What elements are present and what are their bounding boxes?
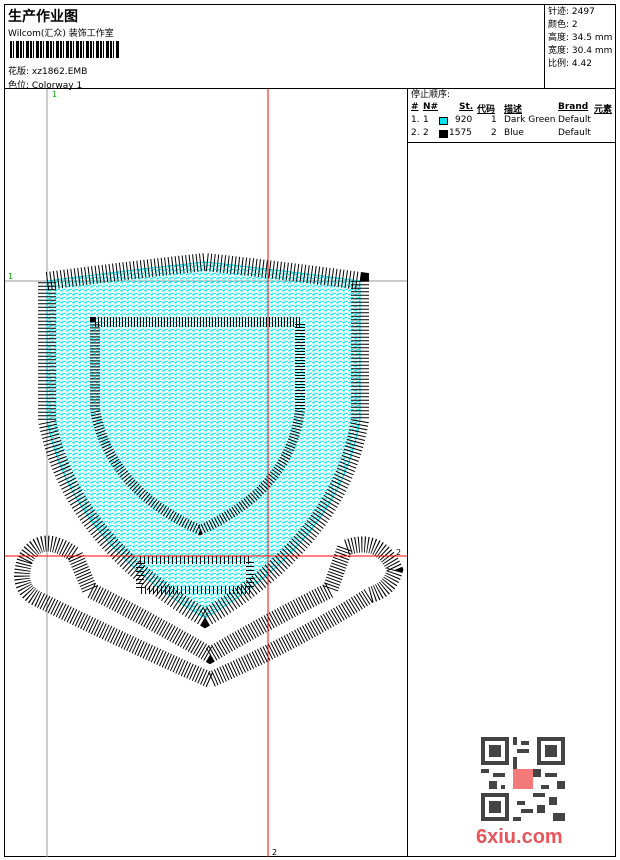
design-label: 花版: xyxy=(8,67,30,77)
stat-scale: 比例: 4.42 xyxy=(548,59,592,69)
stat-stitches: 针迹: 2497 xyxy=(548,7,595,17)
stop-sequence-title: 停止顺序: xyxy=(411,90,451,100)
start-marker-left: 1 xyxy=(8,272,13,281)
color-swatch xyxy=(439,130,448,138)
design-stats: 针迹: 2497 颜色: 2 高度: 34.5 mm 宽度: 30.4 mm 比… xyxy=(544,4,616,88)
embroidery-preview: 1 1 2 2 xyxy=(5,89,407,857)
design-file: 花版: xz1862.EMB xyxy=(8,64,87,77)
seal-icon xyxy=(513,769,533,789)
design-file-value: xz1862.EMB xyxy=(31,67,88,77)
shield-fill xyxy=(46,261,361,619)
qr-code xyxy=(481,737,565,821)
header: 生产作业图 Wilcom(汇众) 装饰工作室 花版: xz1862.EMB 色位… xyxy=(4,4,616,91)
end-marker-bottom: 2 xyxy=(272,848,277,857)
stat-height: 高度: 34.5 mm xyxy=(548,33,613,43)
barcode xyxy=(10,41,120,58)
watermark-logo: 6xiu.com xyxy=(476,826,563,848)
stat-width: 宽度: 30.4 mm xyxy=(548,46,613,56)
company-name: Wilcom(汇众) 装饰工作室 xyxy=(8,29,114,39)
stat-colors: 颜色: 2 xyxy=(548,20,578,30)
color-swatch xyxy=(439,117,448,125)
stop-sequence-table: 停止顺序: # N# St. 代码 描述 Brand 元素 1. 1 920 1… xyxy=(408,88,616,143)
start-marker-top: 1 xyxy=(52,90,57,99)
end-marker-right: 2 xyxy=(396,548,401,557)
page-title: 生产作业图 xyxy=(8,9,78,25)
production-worksheet: 生产作业图 Wilcom(汇众) 装饰工作室 花版: xz1862.EMB 色位… xyxy=(0,0,620,860)
